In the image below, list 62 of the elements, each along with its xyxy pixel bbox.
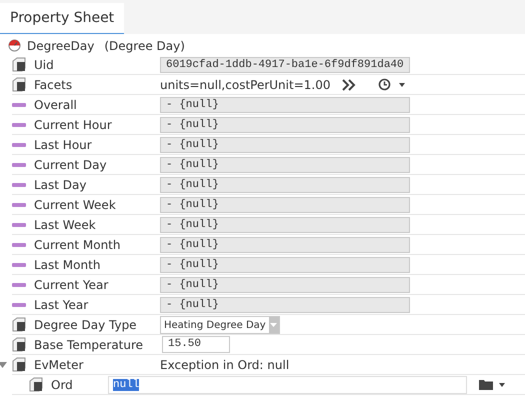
slot-icon	[12, 262, 26, 266]
property-label: Current Month	[34, 236, 120, 254]
caret-icon	[270, 322, 278, 326]
facets-value: units=null,costPerUnit=1.00	[160, 76, 330, 94]
dropdown[interactable]: Heating Degree Day	[160, 316, 280, 334]
slot-icon	[12, 162, 26, 166]
property-label: EvMeter	[34, 356, 84, 374]
double-chevron-icon[interactable]	[342, 78, 356, 90]
cube-icon	[12, 337, 26, 352]
value-field: - {null}	[160, 136, 410, 152]
slot-icon	[12, 122, 26, 126]
value-field: - {null}	[160, 96, 410, 112]
slot-icon	[12, 222, 26, 226]
caret-icon[interactable]	[399, 82, 406, 86]
property-label: Current Year	[34, 276, 108, 294]
component-type: (Degree Day)	[104, 38, 185, 54]
cube-icon	[12, 317, 26, 332]
property-label: Last Week	[34, 216, 96, 234]
property-label: Last Month	[34, 256, 100, 274]
value-field: - {null}	[160, 196, 410, 212]
property-label: Current Day	[34, 156, 107, 174]
folder-icon[interactable]	[479, 379, 493, 390]
property-label: Last Day	[34, 176, 87, 194]
value-field: - {null}	[160, 156, 410, 172]
value-field: - {null}	[160, 256, 410, 272]
cube-icon	[12, 57, 26, 72]
property-label: Facets	[34, 76, 72, 94]
property-label: Current Hour	[34, 116, 112, 134]
value-field: - {null}	[160, 176, 410, 192]
cube-icon	[12, 357, 26, 372]
property-label: Current Week	[34, 196, 116, 214]
slot-icon	[12, 142, 26, 146]
component-name: DegreeDay	[27, 38, 94, 54]
property-label: Uid	[34, 56, 54, 74]
gauge-icon	[8, 39, 21, 52]
value-field: - {null}	[160, 296, 410, 312]
expand-icon[interactable]	[0, 362, 7, 368]
slot-icon	[12, 302, 26, 306]
property-label: Base Temperature	[34, 336, 144, 354]
slot-icon	[12, 202, 26, 206]
value-field: - {null}	[160, 216, 410, 232]
property-label: Last Hour	[34, 136, 92, 154]
error-text: Exception in Ord: null	[160, 356, 290, 374]
value-field: - {null}	[160, 116, 410, 132]
property-label: Ord	[51, 376, 73, 394]
value-field: - {null}	[160, 236, 410, 252]
property-label: Degree Day Type	[34, 316, 137, 334]
slot-icon	[12, 102, 26, 106]
slot-icon	[12, 282, 26, 286]
property-label: Last Year	[34, 296, 88, 314]
cube-icon	[12, 77, 26, 92]
value-field: - {null}	[160, 276, 410, 292]
tab[interactable]: Property Sheet	[0, 3, 124, 34]
input-field[interactable]: 15.50	[162, 336, 230, 353]
value-field: 6019cfad-1ddb-4917-ba1e-6f9df891da40	[160, 56, 410, 72]
property-label: Overall	[34, 96, 77, 114]
clock-icon[interactable]	[378, 78, 392, 91]
caret-icon[interactable]	[499, 382, 505, 386]
ord-field[interactable]: null	[108, 376, 467, 394]
slot-icon	[12, 242, 26, 246]
cube-icon	[29, 377, 43, 392]
slot-icon	[12, 182, 26, 186]
